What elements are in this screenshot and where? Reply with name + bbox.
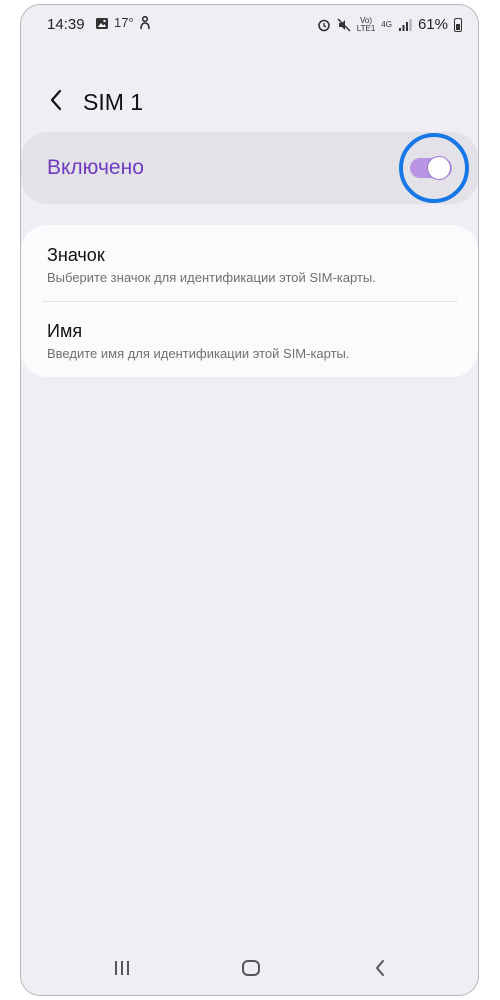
sim-name-setting[interactable]: Имя Введите имя для идентификации этой S…: [21, 302, 478, 378]
network-type: 4G: [381, 19, 392, 29]
sim-settings-card: Значок Выберите значок для идентификации…: [21, 225, 478, 377]
battery-percent: 61%: [417, 16, 448, 33]
setting-title: Значок: [47, 245, 105, 265]
status-left-icons: 17°: [95, 16, 151, 30]
setting-subtitle: Введите имя для идентификации этой SIM-к…: [47, 346, 350, 361]
back-button[interactable]: [41, 85, 71, 115]
toggle-knob: [427, 156, 451, 180]
status-time: 14:39: [47, 16, 85, 33]
sim-enable-label: Включено: [47, 156, 144, 179]
weather-temperature: 17°: [114, 15, 134, 30]
recents-icon: [115, 961, 129, 975]
mute-icon: [337, 17, 351, 32]
signal-icon: [398, 18, 412, 31]
recents-button[interactable]: [102, 953, 142, 983]
setting-subtitle: Выберите значок для идентификации этой S…: [47, 270, 376, 285]
volte-indicator: Vo) LTE1: [356, 15, 376, 33]
page-title: SIM 1: [83, 89, 144, 115]
sim-enable-toggle[interactable]: [410, 156, 452, 180]
home-button[interactable]: [231, 953, 271, 983]
battery-icon: [454, 17, 462, 32]
sim-icon-setting[interactable]: Значок Выберите значок для идентификации…: [21, 225, 478, 301]
back-icon: [376, 960, 384, 976]
setting-title: Имя: [47, 321, 83, 341]
alarm-icon: [317, 19, 330, 31]
app-header: SIM 1: [21, 75, 478, 129]
status-bar: 14:39 17° Vo) LTE1 4G 61%: [21, 5, 478, 43]
navigation-bar: [21, 939, 478, 995]
home-icon: [242, 960, 260, 976]
status-right-icons: Vo) LTE1 4G 61%: [317, 16, 462, 33]
phone-screen: 14:39 17° Vo) LTE1 4G 61% SIM 1 Включено…: [20, 4, 479, 996]
person-icon: [139, 16, 150, 30]
sim-enable-row[interactable]: Включено: [21, 132, 478, 204]
gallery-icon: [96, 17, 108, 29]
nav-back-button[interactable]: [360, 953, 400, 983]
chevron-left-icon: [50, 89, 62, 111]
